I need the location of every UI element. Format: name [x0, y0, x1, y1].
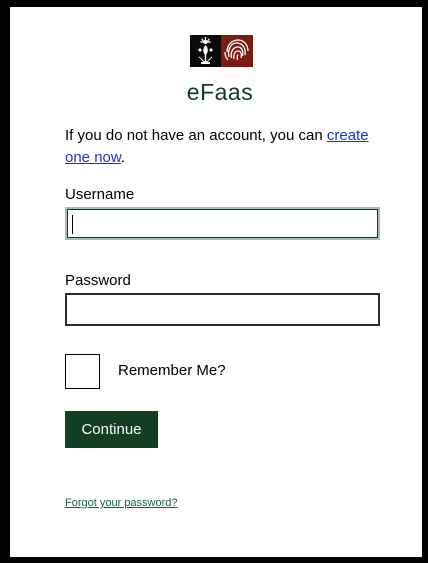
national-emblem-icon — [190, 35, 221, 67]
username-input[interactable] — [65, 207, 380, 240]
signup-prompt-text: If you do not have an account, you can — [65, 127, 327, 144]
logo-text: eFaas — [186, 79, 254, 105]
fingerprint-icon — [221, 35, 253, 67]
remember-me-checkbox[interactable] — [65, 354, 100, 389]
efaas-logo: eFaas — [180, 35, 260, 111]
continue-button[interactable]: Continue — [65, 411, 158, 448]
login-panel: eFaas If you do not have an account, you… — [10, 7, 422, 557]
username-label: Username — [65, 186, 135, 203]
remember-me-label[interactable]: Remember Me? — [118, 362, 226, 379]
forgot-password-link[interactable]: Forgot your password? — [65, 497, 178, 509]
signup-prompt: If you do not have an account, you can c… — [65, 125, 395, 169]
password-label: Password — [65, 272, 131, 289]
password-input[interactable] — [65, 293, 380, 326]
text-caret — [72, 215, 73, 234]
signup-prompt-suffix: . — [120, 149, 126, 166]
